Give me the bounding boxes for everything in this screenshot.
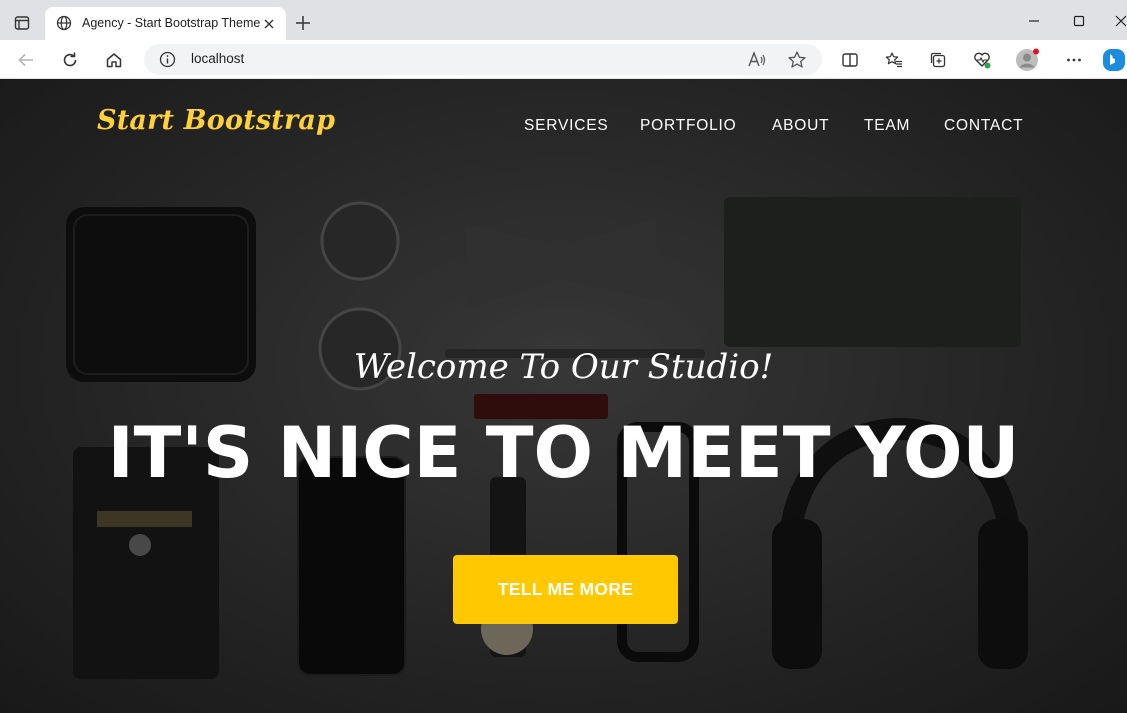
nav-link-team[interactable]: TEAM	[864, 117, 910, 135]
hero-section: Start Bootstrap SERVICES PORTFOLIO ABOUT…	[0, 79, 1127, 713]
hero-subheading: Welcome To Our Studio!	[353, 347, 774, 387]
new-tab-icon[interactable]	[292, 12, 314, 34]
refresh-icon[interactable]	[57, 47, 83, 73]
nav-link-contact[interactable]: CONTACT	[944, 117, 1023, 135]
hero-heading: IT'S NICE TO MEET YOU	[107, 412, 1020, 494]
back-icon[interactable]	[13, 47, 39, 73]
profile-avatar[interactable]	[1014, 47, 1040, 73]
favorite-star-icon[interactable]	[787, 50, 807, 70]
favorites-icon[interactable]	[881, 47, 907, 73]
more-options-icon[interactable]	[1061, 47, 1087, 73]
address-bar[interactable]: localhost	[144, 44, 822, 75]
nav-link-about[interactable]: ABOUT	[772, 117, 829, 135]
copilot-icon[interactable]	[1101, 47, 1127, 73]
nav-link-services[interactable]: SERVICES	[524, 117, 609, 135]
tab-actions-icon[interactable]	[8, 9, 36, 37]
browser-tab-bar: Agency - Start Bootstrap Theme	[0, 0, 1127, 40]
close-window-icon[interactable]	[1110, 10, 1127, 32]
close-tab-icon[interactable]	[261, 16, 277, 32]
navbar-brand[interactable]: Start Bootstrap	[97, 105, 335, 136]
url-text: localhost	[191, 51, 245, 66]
tab-title: Agency - Start Bootstrap Theme	[82, 16, 261, 30]
globe-icon	[56, 15, 72, 31]
tell-me-more-button[interactable]: TELL ME MORE	[453, 555, 678, 624]
browser-toolbar: localhost	[0, 40, 1127, 79]
read-aloud-icon[interactable]	[747, 50, 767, 70]
minimize-icon[interactable]	[1023, 10, 1045, 32]
nav-link-portfolio[interactable]: PORTFOLIO	[640, 117, 736, 135]
site-info-icon[interactable]	[159, 51, 176, 68]
split-screen-icon[interactable]	[837, 47, 863, 73]
maximize-icon[interactable]	[1068, 10, 1090, 32]
browser-tab[interactable]: Agency - Start Bootstrap Theme	[45, 7, 286, 40]
home-icon[interactable]	[101, 47, 127, 73]
browser-essentials-icon[interactable]	[969, 47, 995, 73]
collections-icon[interactable]	[925, 47, 951, 73]
